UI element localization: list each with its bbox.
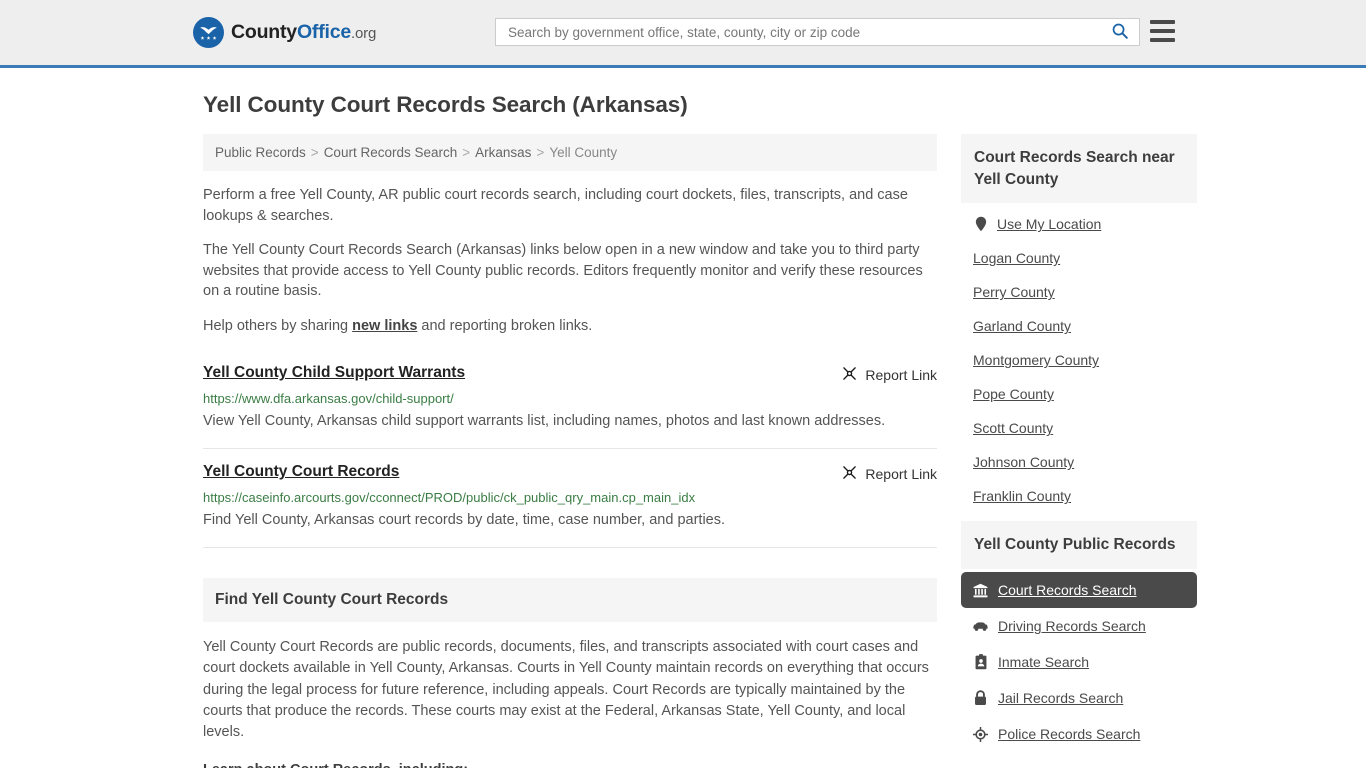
result-header: Yell County Court Records Report Link (203, 463, 937, 484)
result-header: Yell County Child Support Warrants Repor… (203, 364, 937, 385)
record-link[interactable]: Inmate Search (998, 654, 1089, 670)
car-icon (973, 619, 988, 634)
sidebar-item-scott-county[interactable]: Scott County (961, 411, 1197, 445)
breadcrumb-item-arkansas[interactable]: Arkansas (475, 145, 531, 160)
page-title: Yell County Court Records Search (Arkans… (203, 92, 688, 117)
report-link-label: Report Link (865, 466, 937, 483)
learn-about-heading: Learn about Court Records, including: (203, 760, 937, 768)
logo-text-org: .org (351, 25, 377, 42)
main-column: Public Records > Court Records Search > … (203, 134, 937, 768)
result-title-link[interactable]: Yell County Court Records (203, 463, 399, 481)
site-logo[interactable]: CountyOffice.org (193, 17, 376, 48)
county-link[interactable]: Pope County (973, 386, 1054, 402)
sidebar-item-perry-county[interactable]: Perry County (961, 275, 1197, 309)
nearby-search-heading: Court Records Search near Yell County (961, 134, 1197, 204)
report-link-button[interactable]: Report Link (841, 464, 937, 484)
use-my-location-link[interactable]: Use My Location (997, 216, 1101, 232)
public-records-heading: Yell County Public Records (961, 521, 1197, 570)
search-input[interactable] (506, 19, 1109, 45)
sidebar-item-johnson-county[interactable]: Johnson County (961, 445, 1197, 479)
page-container: Yell County Court Records Search (Arkans… (0, 92, 1366, 768)
breadcrumb-item-court-records-search[interactable]: Court Records Search (324, 145, 458, 160)
sidebar-item-inmate-search[interactable]: Inmate Search (961, 644, 1197, 680)
report-link-button[interactable]: Report Link (841, 365, 937, 385)
result-description: View Yell County, Arkansas child support… (203, 413, 886, 430)
sidebar-item-jail-records-search[interactable]: Jail Records Search (961, 680, 1197, 716)
result-item: Yell County Child Support Warrants Repor… (203, 350, 937, 450)
sidebar-item-montgomery-county[interactable]: Montgomery County (961, 343, 1197, 377)
broken-link-icon (841, 365, 858, 385)
content-columns: Public Records > Court Records Search > … (203, 134, 1197, 768)
record-link[interactable]: Driving Records Search (998, 618, 1146, 634)
sidebar-item-court-records-search[interactable]: Court Records Search (961, 572, 1197, 609)
sidebar-item-logan-county[interactable]: Logan County (961, 241, 1197, 275)
public-records-list: Court Records Search Driving Records Sea… (961, 572, 1197, 752)
county-link[interactable]: Scott County (973, 420, 1053, 436)
search-bar[interactable] (495, 18, 1140, 46)
map-pin-icon (973, 217, 988, 232)
result-url: https://caseinfo.arcourts.gov/cconnect/P… (203, 490, 696, 506)
share-text-before: Help others by sharing (203, 317, 353, 334)
share-text-after: and reporting broken links. (417, 317, 593, 334)
county-link[interactable]: Franklin County (973, 488, 1071, 504)
sidebar-item-garland-county[interactable]: Garland County (961, 309, 1197, 343)
hamburger-menu-icon[interactable] (1150, 20, 1175, 42)
broken-link-icon (841, 464, 858, 484)
new-links-link[interactable]: new links (352, 318, 417, 334)
find-records-heading: Find Yell County Court Records (203, 577, 937, 622)
public-records-box: Yell County Public Records Court Records… (961, 521, 1197, 752)
county-link[interactable]: Johnson County (973, 454, 1074, 470)
breadcrumb: Public Records > Court Records Search > … (203, 134, 937, 171)
search-icon (1111, 22, 1129, 43)
record-link[interactable]: Police Records Search (998, 726, 1140, 742)
sidebar-item-franklin-county[interactable]: Franklin County (961, 479, 1197, 513)
find-records-paragraph: Yell County Court Records are public rec… (203, 638, 929, 741)
sidebar-item-driving-records-search[interactable]: Driving Records Search (961, 608, 1197, 644)
breadcrumb-separator: > (310, 145, 319, 160)
breadcrumb-item-yell-county: Yell County (549, 145, 618, 160)
breadcrumb-separator: > (536, 145, 545, 160)
logo-wordmark: CountyOffice.org (231, 21, 376, 44)
id-badge-icon (973, 654, 988, 670)
breadcrumb-separator: > (462, 145, 471, 160)
site-header: CountyOffice.org (0, 0, 1366, 68)
logo-text-county: County (231, 21, 297, 43)
county-link[interactable]: Perry County (973, 284, 1055, 300)
report-link-label: Report Link (865, 367, 937, 384)
sidebar: Court Records Search near Yell County Us… (961, 134, 1197, 760)
record-link[interactable]: Court Records Search (998, 582, 1137, 598)
county-link[interactable]: Logan County (973, 250, 1060, 266)
sidebar-item-police-records-search[interactable]: Police Records Search (961, 716, 1197, 752)
record-link[interactable]: Jail Records Search (998, 690, 1123, 706)
nearby-search-box: Court Records Search near Yell County Us… (961, 134, 1197, 513)
county-link[interactable]: Garland County (973, 318, 1071, 334)
eagle-seal-icon (193, 17, 224, 48)
result-title-link[interactable]: Yell County Child Support Warrants (203, 364, 465, 382)
intro-text: Perform a free Yell County, AR public co… (203, 171, 937, 336)
intro-paragraph-2: The Yell County Court Records Search (Ar… (203, 242, 923, 300)
intro-paragraph-3: Help others by sharing new links and rep… (203, 316, 937, 337)
result-description: Find Yell County, Arkansas court records… (203, 512, 726, 529)
intro-paragraph-1: Perform a free Yell County, AR public co… (203, 187, 908, 224)
find-records-body: Yell County Court Records are public rec… (203, 622, 937, 768)
logo-text-office: Office (296, 21, 352, 43)
sidebar-item-pope-county[interactable]: Pope County (961, 377, 1197, 411)
sidebar-item-use-my-location[interactable]: Use My Location (961, 207, 1197, 241)
padlock-icon (973, 690, 988, 706)
search-button[interactable] (1109, 22, 1131, 43)
result-item: Yell County Court Records Report Link ht… (203, 449, 937, 548)
result-url: https://www.dfa.arkansas.gov/child-suppo… (203, 391, 454, 407)
police-badge-icon (973, 726, 988, 742)
county-link[interactable]: Montgomery County (973, 352, 1099, 368)
find-records-section: Find Yell County Court Records Yell Coun… (203, 577, 937, 768)
nearby-county-list: Use My Location Logan County Perry Count… (961, 203, 1197, 513)
courthouse-icon (973, 583, 988, 598)
breadcrumb-item-public-records[interactable]: Public Records (215, 145, 306, 160)
